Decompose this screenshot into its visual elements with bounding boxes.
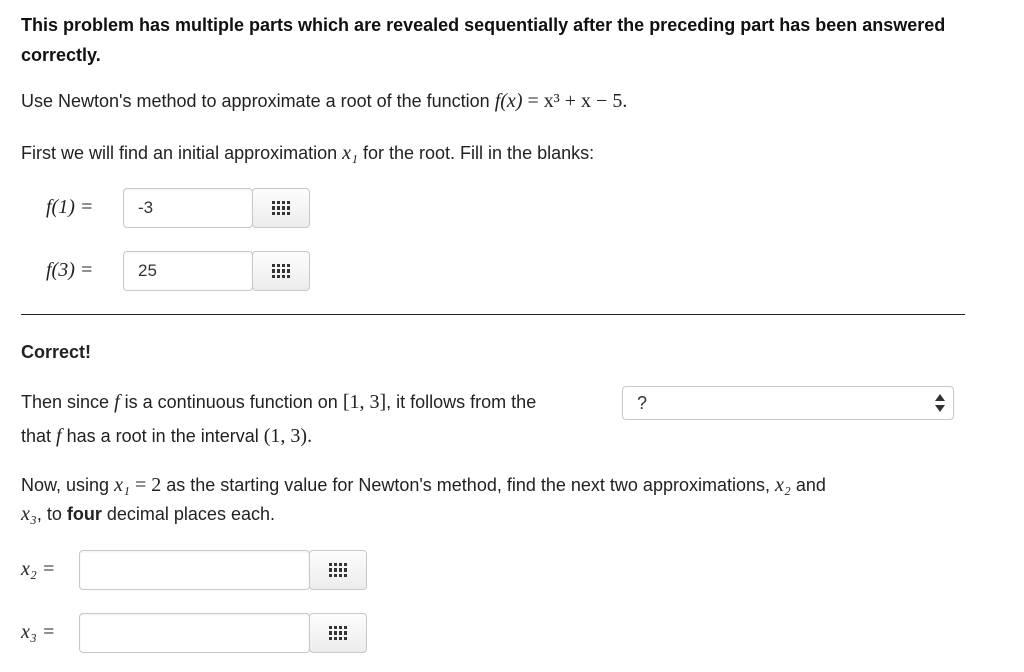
f3-value: 25 — [138, 261, 157, 280]
f3-input[interactable]: 25 — [123, 251, 253, 291]
f1-label: f(1) = — [46, 196, 94, 218]
interval-closed: [1, 3] — [342, 391, 387, 413]
first-text-b: for the root. Fill in the blanks: — [363, 143, 595, 163]
newton-eq-start: = 2 — [134, 474, 162, 496]
f3-keypad-button[interactable] — [252, 251, 310, 291]
cont-f: f — [114, 391, 120, 413]
cont-text-d: that — [21, 426, 52, 446]
root-interval-line: that f has a root in the interval (1, 3)… — [21, 425, 312, 448]
x3-input[interactable] — [79, 613, 310, 653]
cont-text-b: is a continuous function on — [124, 392, 338, 412]
theorem-select[interactable]: ? — [622, 386, 954, 420]
cont-text-c: , it follows from the — [386, 392, 537, 412]
newton-text-c: , to — [36, 504, 62, 524]
f1-keypad-button[interactable] — [252, 188, 310, 228]
newton-text-d: decimal places each. — [106, 504, 275, 524]
grid-keypad-icon — [329, 563, 347, 577]
feedback-correct: Correct! — [21, 342, 92, 362]
cont-text-e: has a root in the interval — [66, 426, 259, 446]
updown-arrows-icon — [935, 394, 945, 412]
cont-f-2: f — [56, 425, 62, 447]
newton-line-2: x₃, to four decimal places each. — [21, 503, 275, 526]
function-lhs: f(x) — [494, 90, 523, 112]
x2-label: x₂ = — [21, 558, 56, 580]
newton-line-1: Now, using x₁ = 2 as the starting value … — [21, 474, 826, 497]
f3-label: f(3) = — [46, 259, 94, 281]
x2-input[interactable] — [79, 550, 310, 590]
continuity-line: Then since f is a continuous function on… — [21, 391, 536, 414]
cont-text-a: Then since — [21, 392, 110, 412]
x3-label: x₃ = — [21, 621, 56, 643]
newton-bold-four: four — [66, 504, 102, 524]
first-text-a: First we will find an initial approximat… — [21, 143, 338, 163]
instruction-text: Use Newton's method to approximate a roo… — [21, 91, 490, 111]
f1-input[interactable]: -3 — [123, 188, 253, 228]
newton-text-b: as the starting value for Newton's metho… — [166, 475, 770, 495]
newton-and: and — [795, 475, 826, 495]
function-rhs: = x³ + x − 5. — [527, 90, 628, 112]
newton-x3: x₃ — [21, 503, 37, 525]
f1-value: -3 — [138, 198, 154, 217]
first-approx-line: First we will find an initial approximat… — [21, 142, 594, 165]
problem-header: This problem has multiple parts which ar… — [21, 15, 946, 65]
x2-keypad-button[interactable] — [309, 550, 367, 590]
first-var: x₁ — [342, 142, 358, 164]
interval-open: (1, 3). — [263, 425, 313, 447]
x3-keypad-button[interactable] — [309, 613, 367, 653]
newton-text-a: Now, using — [21, 475, 110, 495]
grid-keypad-icon — [329, 626, 347, 640]
select-value: ? — [637, 393, 648, 413]
newton-x2: x₂ — [775, 474, 791, 496]
section-divider — [21, 314, 965, 315]
grid-keypad-icon — [272, 264, 290, 278]
newton-x1: x₁ — [114, 474, 130, 496]
instruction-line: Use Newton's method to approximate a roo… — [21, 90, 627, 113]
grid-keypad-icon — [272, 201, 290, 215]
